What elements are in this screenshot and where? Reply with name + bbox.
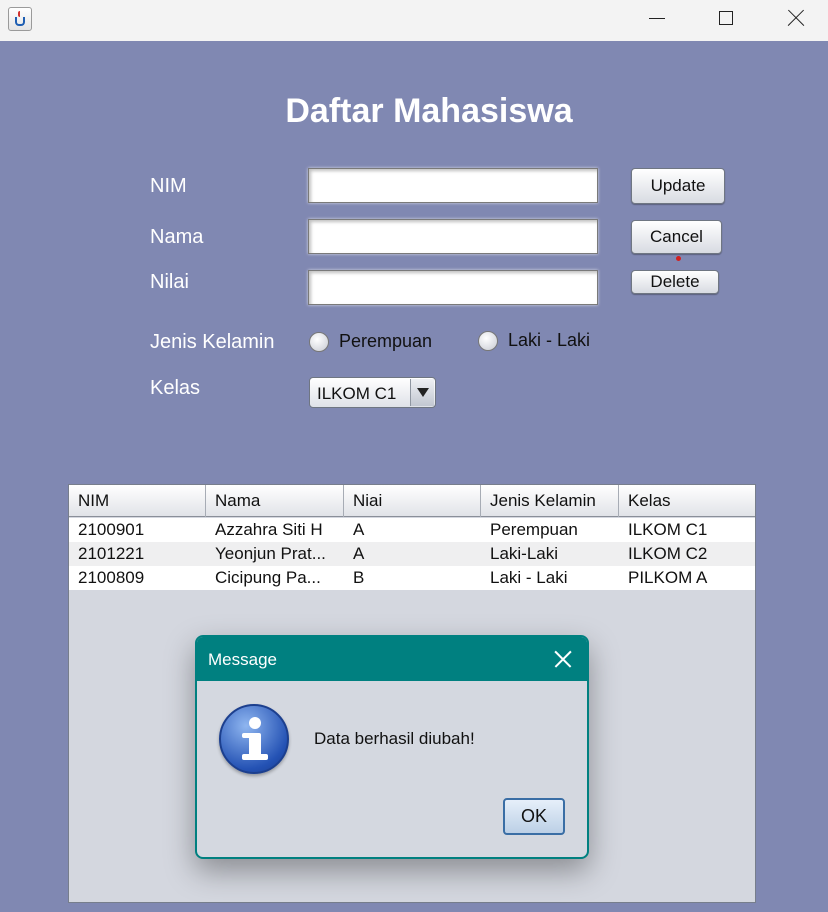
ok-button[interactable]: OK	[503, 798, 565, 835]
table-cell: ILKOM C2	[628, 544, 708, 563]
kelas-selected-value: ILKOM C1	[317, 384, 397, 403]
table-header: NIM Nama Niai Jenis Kelamin Kelas	[69, 485, 755, 517]
message-dialog: Message Data berhasil diubah! OK	[195, 635, 589, 859]
table-cell: B	[353, 568, 365, 587]
radio-circle-icon[interactable]	[478, 330, 498, 351]
table-cell: A	[353, 520, 365, 539]
radio-perempuan[interactable]: Perempuan	[309, 331, 432, 352]
chevron-down-icon	[417, 388, 429, 397]
nilai-input[interactable]	[308, 270, 598, 305]
table-cell: Laki-Laki	[490, 544, 559, 563]
table-row[interactable]: 2100809 Cicipung Pa... B Laki - Laki PIL…	[69, 566, 755, 590]
column-header-nim[interactable]: NIM	[69, 485, 206, 517]
close-icon[interactable]	[553, 649, 573, 669]
table-cell: PILKOM A	[628, 568, 708, 587]
dialog-titlebar[interactable]: Message	[197, 637, 587, 681]
java-cup-icon	[8, 7, 32, 31]
table-cell: A	[353, 544, 365, 563]
nilai-label: Nilai	[150, 271, 189, 293]
radio-laki-laki[interactable]: Laki - Laki	[478, 330, 590, 351]
nim-input[interactable]	[308, 168, 598, 203]
combo-dropdown-button[interactable]	[410, 379, 434, 406]
maximize-button[interactable]	[692, 0, 760, 41]
radio-circle-icon[interactable]	[309, 331, 329, 352]
table-cell: Yeonjun Prat...	[215, 544, 326, 563]
kelas-label: Kelas	[150, 377, 201, 399]
dialog-message: Data berhasil diubah!	[314, 729, 475, 748]
kelas-combobox[interactable]: ILKOM C1	[309, 377, 436, 408]
table-cell: Azzahra Siti H	[215, 520, 323, 539]
nama-input[interactable]	[308, 219, 598, 254]
radio-perempuan-label: Perempuan	[339, 331, 433, 351]
table-cell: ILKOM C1	[628, 520, 708, 539]
column-header-kelas[interactable]: Kelas	[619, 485, 755, 517]
table-cell: Perempuan	[490, 520, 578, 539]
maximize-icon	[719, 11, 733, 25]
cursor-dot	[676, 256, 681, 261]
info-icon	[219, 704, 289, 774]
jenis-kelamin-label: Jenis Kelamin	[150, 331, 275, 353]
delete-button[interactable]: Delete	[631, 270, 719, 294]
minimize-button[interactable]	[622, 0, 690, 41]
table-cell: Laki - Laki	[490, 568, 568, 587]
page-title: Daftar Mahasiswa	[285, 92, 573, 130]
table-cell: 2100809	[78, 568, 145, 587]
column-header-jenis-kelamin[interactable]: Jenis Kelamin	[481, 485, 619, 517]
nim-label: NIM	[150, 175, 187, 197]
table-cell: Cicipung Pa...	[215, 568, 321, 587]
table-cell: 2100901	[78, 520, 145, 539]
table-row[interactable]: 2101221 Yeonjun Prat... A Laki-Laki ILKO…	[69, 542, 755, 566]
table-cell: 2101221	[78, 544, 145, 563]
dialog-title: Message	[208, 650, 277, 669]
column-header-nilai[interactable]: Niai	[344, 485, 481, 517]
table-body: 2100901 Azzahra Siti H A Perempuan ILKOM…	[69, 518, 755, 590]
minimize-icon	[649, 18, 665, 19]
table-row[interactable]: 2100901 Azzahra Siti H A Perempuan ILKOM…	[69, 518, 755, 542]
cancel-button[interactable]: Cancel	[631, 220, 722, 254]
close-icon	[787, 9, 805, 27]
update-button[interactable]: Update	[631, 168, 725, 204]
nama-label: Nama	[150, 226, 204, 248]
close-window-button[interactable]	[760, 0, 828, 41]
column-header-nama[interactable]: Nama	[206, 485, 344, 517]
window-titlebar	[0, 0, 828, 41]
radio-laki-laki-label: Laki - Laki	[508, 330, 591, 350]
